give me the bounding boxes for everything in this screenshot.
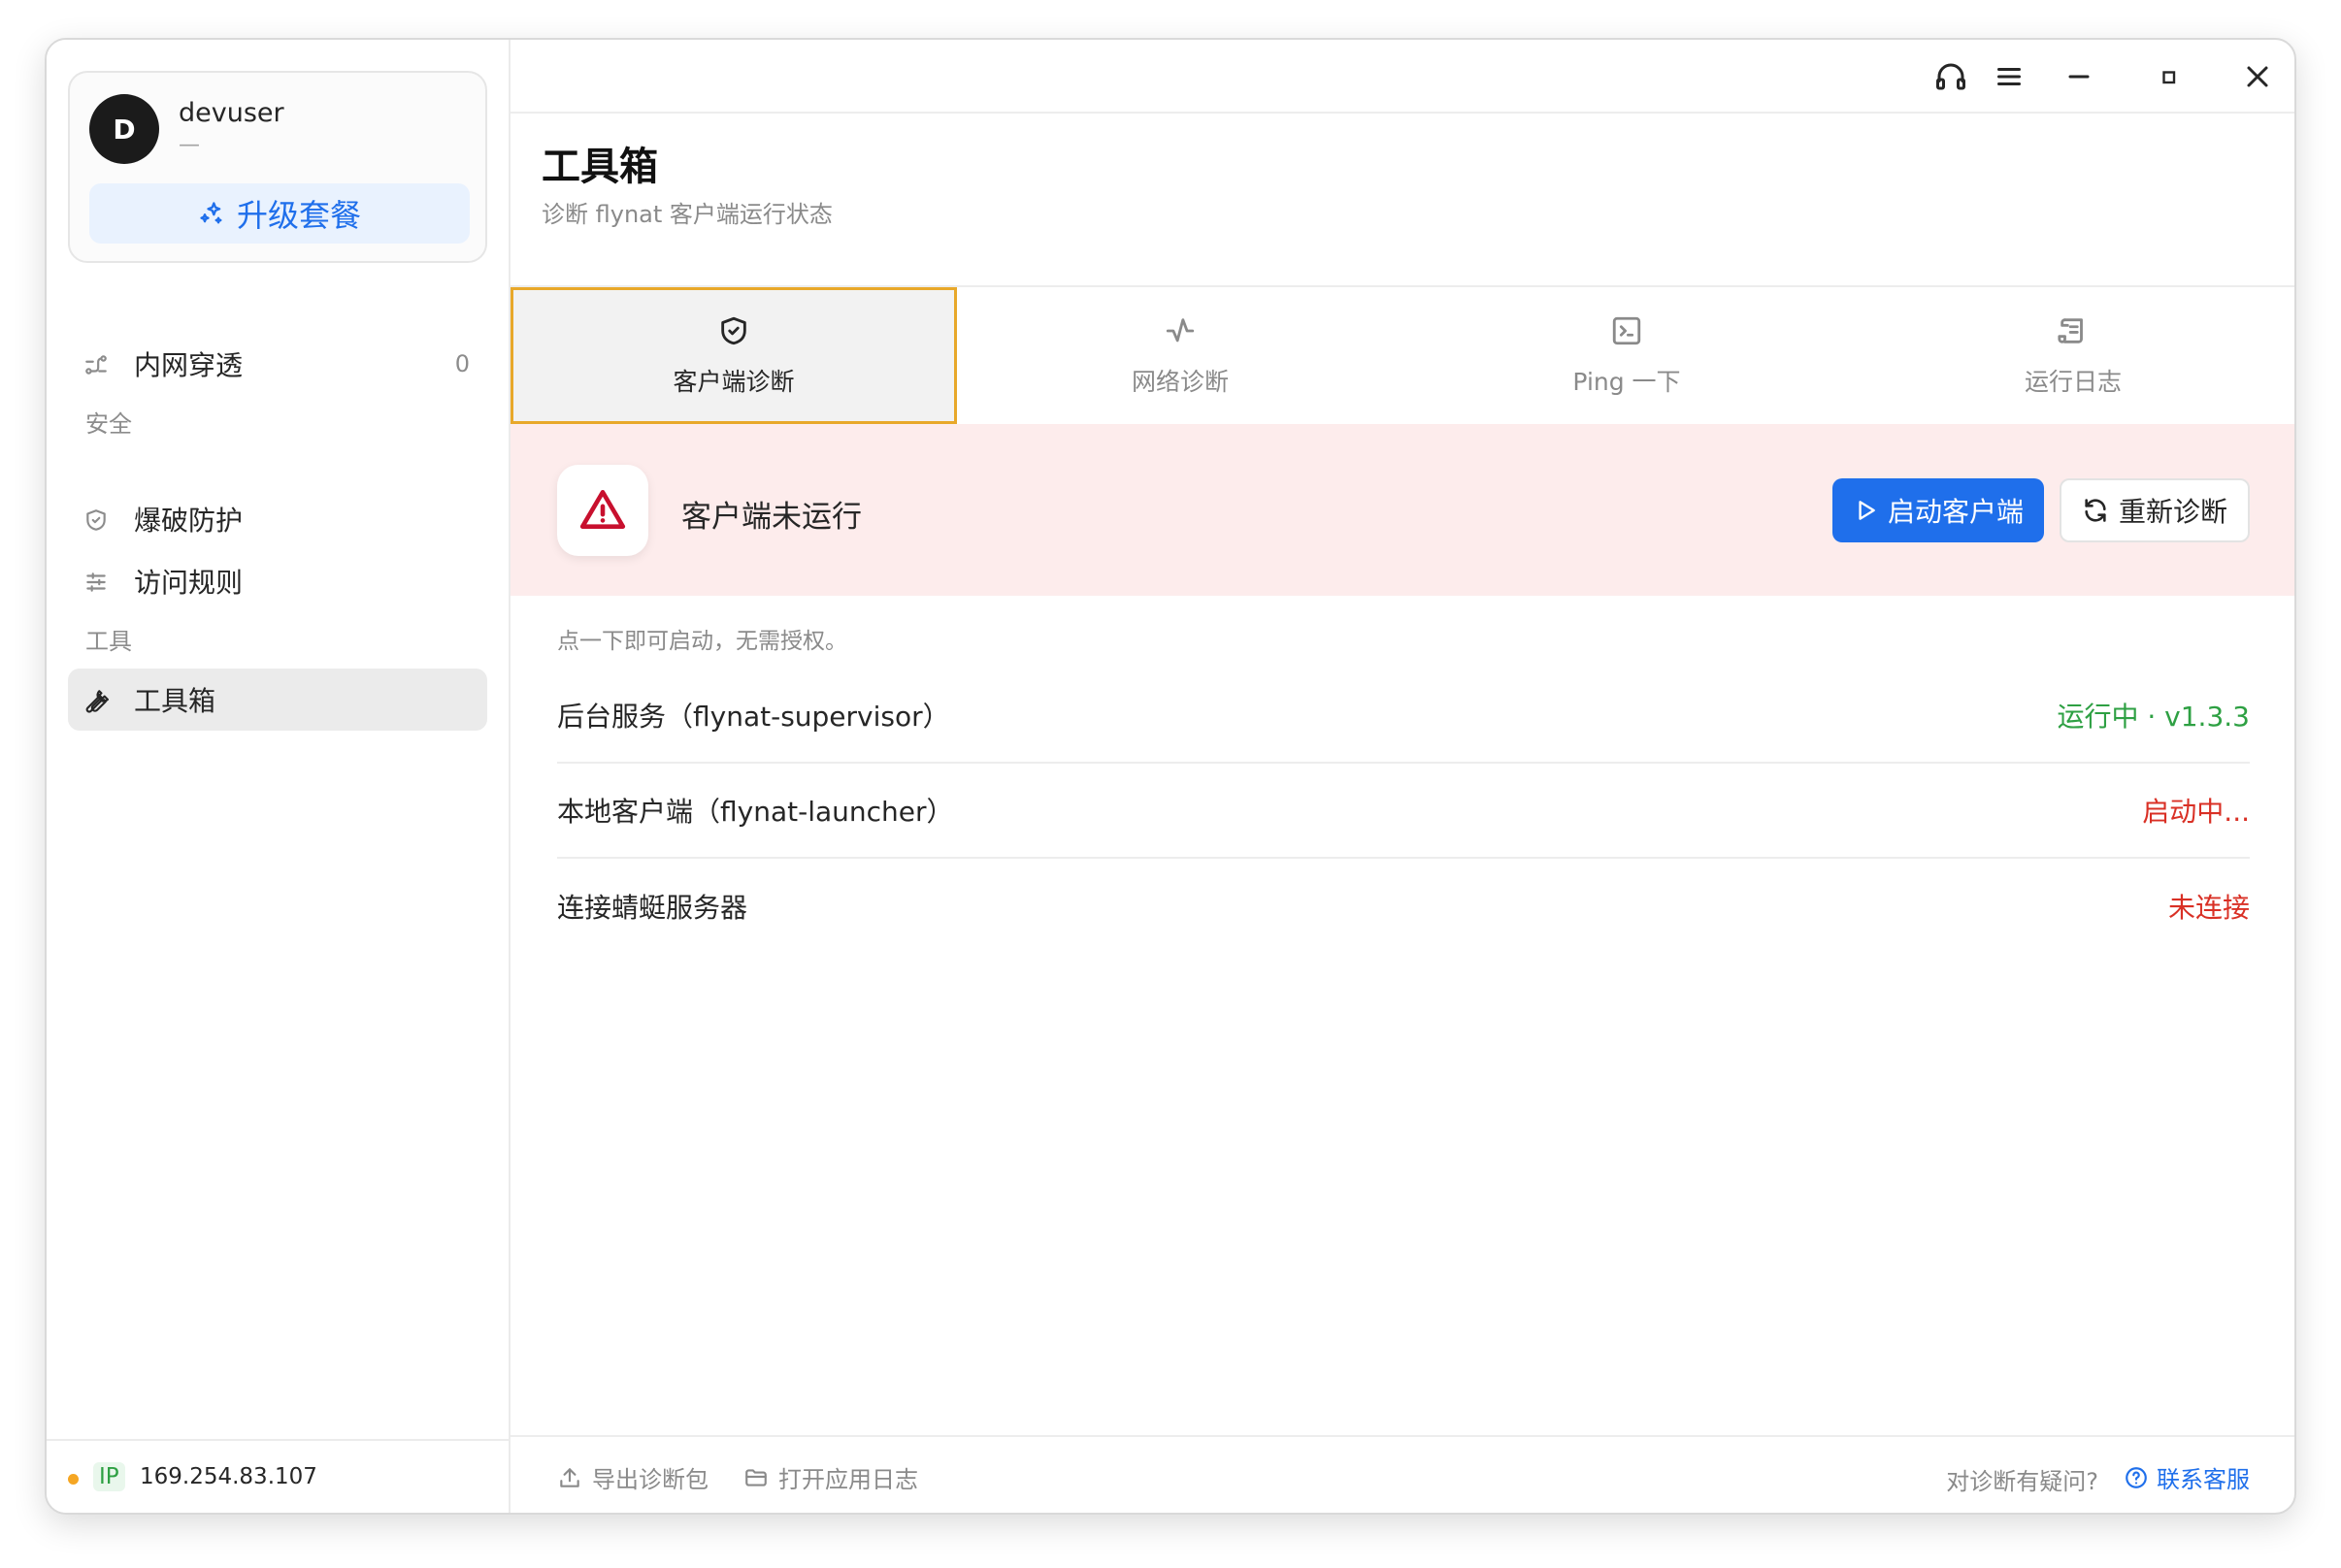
menu-icon[interactable] <box>1992 59 2027 94</box>
service-row-launcher: 本地客户端（flynat-launcher） 启动中... <box>557 764 2250 859</box>
sliders-icon <box>86 572 106 592</box>
tab-client-diagnosis[interactable]: 客户端诊断 <box>511 287 957 424</box>
service-status: 运行中 · v1.3.3 <box>2057 701 2250 733</box>
rediagnose-label: 重新诊断 <box>2118 496 2227 528</box>
tunnel-icon <box>85 355 107 375</box>
shield-check-icon <box>721 316 746 344</box>
main-panel: 工具箱 诊断 flynat 客户端运行状态 客户端诊断 网络诊断 Ping 一下… <box>511 40 2294 1513</box>
upload-icon <box>560 1467 579 1487</box>
sidebar-item-tunnel[interactable]: 内网穿透 0 <box>68 333 487 395</box>
refresh-icon <box>2085 499 2106 522</box>
tunnel-count: 0 <box>454 350 470 377</box>
rediagnose-button[interactable]: 重新诊断 <box>2060 478 2250 542</box>
start-client-label: 启动客户端 <box>1887 496 2024 528</box>
service-name: 连接蜻蜓服务器 <box>557 892 748 924</box>
wrench-icon <box>85 690 109 713</box>
minimize-icon[interactable] <box>2061 59 2096 94</box>
tab-label: 客户端诊断 <box>673 367 795 396</box>
tab-ping[interactable]: Ping 一下 <box>1403 287 1850 424</box>
user-plan: — <box>179 133 200 157</box>
contact-support-label: 联系客服 <box>2157 1466 2250 1493</box>
upgrade-plan-label: 升级套餐 <box>236 197 361 234</box>
sidebar-item-bruteforce-protection[interactable]: 爆破防护 <box>68 488 487 550</box>
service-row-server-connection: 连接蜻蜓服务器 未连接 <box>557 859 2250 954</box>
page-title: 工具箱 <box>542 145 658 189</box>
sidebar-item-access-rules[interactable]: 访问规则 <box>68 550 487 612</box>
diagnostic-tabs: 客户端诊断 网络诊断 Ping 一下 运行日志 <box>511 287 2294 424</box>
user-card: D devuser — 升级套餐 <box>68 71 487 263</box>
sparkle-icon <box>200 202 222 224</box>
scroll-log-icon <box>2058 317 2083 343</box>
diagnosis-question-text: 对诊断有疑问? <box>1946 1468 2098 1495</box>
section-label-tools: 工具 <box>85 628 132 655</box>
client-status-alert: 客户端未运行 启动客户端 重新诊断 <box>511 424 2294 596</box>
service-row-supervisor: 后台服务（flynat-supervisor） 运行中 · v1.3.3 <box>557 669 2250 764</box>
maximize-icon[interactable] <box>2151 59 2186 94</box>
sidebar: D devuser — 升级套餐 内网穿透 0 安全 爆破防护 访问规则 工具 … <box>47 40 511 1513</box>
help-circle-icon <box>2126 1466 2147 1488</box>
service-status: 启动中... <box>2142 796 2250 828</box>
sidebar-item-label: 工具箱 <box>134 685 216 717</box>
shield-check-icon <box>86 509 106 531</box>
app-window: D devuser — 升级套餐 内网穿透 0 安全 爆破防护 访问规则 工具 … <box>45 38 2296 1515</box>
warning-triangle-icon <box>579 489 626 529</box>
service-name: 本地客户端（flynat-launcher） <box>557 796 954 828</box>
service-name: 后台服务（flynat-supervisor） <box>557 701 950 733</box>
title-bar <box>511 40 2294 114</box>
folder-open-icon <box>745 1468 767 1486</box>
close-icon[interactable] <box>2240 59 2275 94</box>
activity-icon <box>1166 317 1195 342</box>
export-diagnostics-label: 导出诊断包 <box>592 1466 709 1493</box>
upgrade-plan-button[interactable]: 升级套餐 <box>89 183 470 244</box>
avatar[interactable]: D <box>89 94 159 164</box>
alert-icon-box <box>557 465 648 556</box>
connection-status: IP 169.254.83.107 <box>47 1439 509 1513</box>
footer-bar: 导出诊断包 打开应用日志 对诊断有疑问? 联系客服 <box>511 1435 2294 1513</box>
page-subtitle: 诊断 flynat 客户端运行状态 <box>542 201 833 228</box>
contact-support-link[interactable]: 联系客服 <box>2124 1460 2250 1494</box>
tab-run-log[interactable]: 运行日志 <box>1850 287 2294 424</box>
user-name: devuser <box>179 98 284 128</box>
hint-text: 点一下即可启动，无需授权。 <box>557 629 847 654</box>
sidebar-item-label: 访问规则 <box>134 567 244 599</box>
ip-badge: IP <box>93 1462 125 1491</box>
tab-label: 运行日志 <box>2024 367 2122 396</box>
headset-icon[interactable] <box>1933 59 1968 94</box>
sidebar-item-label: 爆破防护 <box>134 505 244 537</box>
sidebar-item-label: 内网穿透 <box>134 349 244 381</box>
tab-label: 网络诊断 <box>1131 367 1229 396</box>
service-status: 未连接 <box>2167 892 2250 924</box>
terminal-icon <box>1612 316 1641 344</box>
tab-network-diagnosis[interactable]: 网络诊断 <box>957 287 1403 424</box>
open-app-log-button[interactable]: 打开应用日志 <box>743 1460 918 1494</box>
tab-label: Ping 一下 <box>1572 367 1681 396</box>
alert-message: 客户端未运行 <box>681 500 862 535</box>
sidebar-item-toolbox[interactable]: 工具箱 <box>68 669 487 731</box>
play-icon <box>1859 501 1875 520</box>
ip-address: 169.254.83.107 <box>140 1464 317 1489</box>
start-client-button[interactable]: 启动客户端 <box>1832 478 2044 542</box>
open-app-log-label: 打开应用日志 <box>778 1466 918 1493</box>
page-header: 工具箱 诊断 flynat 客户端运行状态 <box>511 114 2294 287</box>
status-dot <box>68 1474 79 1485</box>
export-diagnostics-button[interactable]: 导出诊断包 <box>557 1460 709 1494</box>
section-label-security: 安全 <box>85 410 132 438</box>
